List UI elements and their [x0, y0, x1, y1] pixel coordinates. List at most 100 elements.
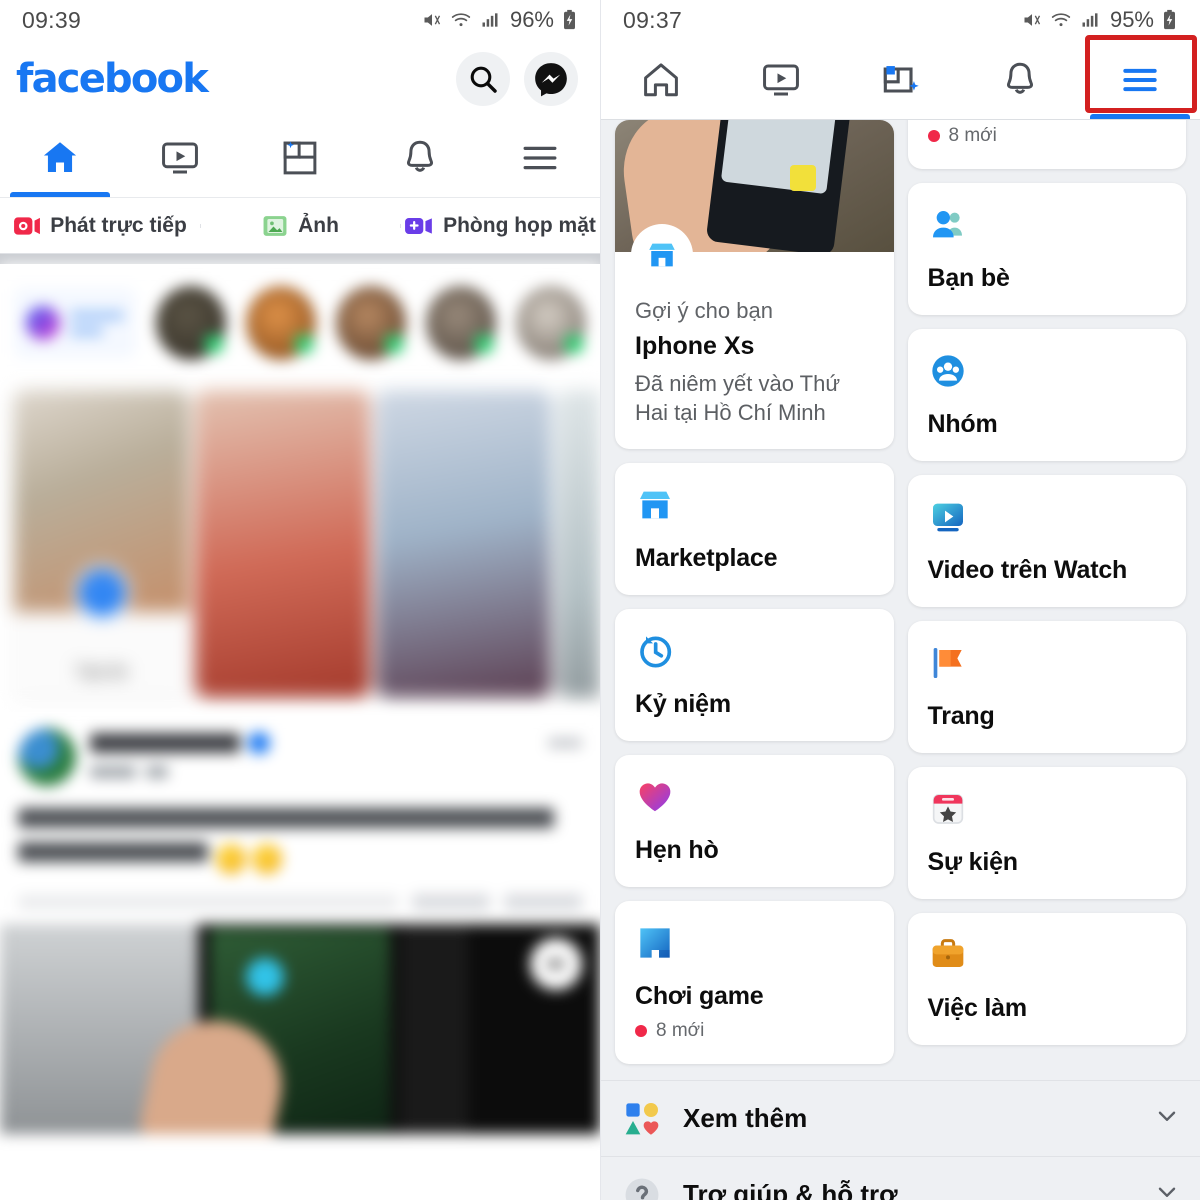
menu-card-watch[interactable]: Video trên Watch: [907, 475, 1186, 607]
composer-live-label: Phát trực tiếp: [50, 213, 187, 237]
new-badge-dot: [927, 130, 940, 142]
menu-card-dating[interactable]: Hẹn hò: [615, 755, 894, 888]
post-text-line: [18, 808, 554, 828]
see-more-shapes-icon: [621, 1099, 663, 1139]
tab-home[interactable]: [0, 118, 120, 197]
tab-marketplace[interactable]: [240, 118, 360, 197]
calendar-star-icon: [932, 794, 963, 824]
hamburger-icon: [523, 146, 557, 169]
tab-menu[interactable]: [480, 118, 600, 197]
facebook-header: facebook: [0, 40, 600, 118]
tab-marketplace[interactable]: [841, 40, 961, 119]
emoji-icon: [216, 844, 246, 874]
post-more-options-icon[interactable]: [548, 738, 582, 748]
avatar[interactable]: [156, 286, 226, 360]
menu-row-see-more[interactable]: Xem thêm: [601, 1080, 1200, 1156]
post-meta: [90, 766, 534, 778]
menu-card-label: Trang: [927, 702, 995, 730]
menu-card-memories[interactable]: Kỷ niệm: [615, 609, 894, 742]
facebook-logo: facebook: [16, 56, 209, 102]
menu-row-label: Xem thêm: [683, 1103, 808, 1134]
post-comment-count[interactable]: [412, 894, 490, 910]
tab-notifications[interactable]: [960, 40, 1080, 119]
composer-actions: Phát trực tiếp Ảnh Phòng họp mặt: [0, 198, 600, 254]
menu-card-events[interactable]: Sự kiện: [907, 767, 1186, 899]
composer-live[interactable]: Phát trực tiếp: [0, 214, 200, 238]
search-button[interactable]: [456, 52, 510, 106]
story-card[interactable]: [557, 390, 600, 698]
header-actions: [456, 52, 578, 106]
bottom-tab-bar-left: [0, 118, 600, 198]
bottom-tab-bar-right: [601, 35, 1200, 120]
menu-card-label: Marketplace: [635, 544, 778, 573]
menu-card-label: Bạn bè: [927, 264, 1010, 292]
post-author-avatar[interactable]: [18, 728, 76, 786]
menu-card-saved[interactable]: Đã lưu 8 mới: [907, 120, 1186, 169]
battery-charging-icon: [1164, 9, 1175, 30]
post-reaction-bar: [18, 894, 582, 924]
messenger-button[interactable]: [524, 52, 578, 106]
composer-room-label: Phòng họp mặt: [443, 213, 596, 237]
story-card[interactable]: [195, 390, 370, 698]
menu-card-friends[interactable]: Bạn bè: [907, 183, 1186, 315]
search-icon: [470, 66, 497, 93]
groups-icon: [928, 351, 1167, 396]
tab-home[interactable]: [601, 40, 721, 119]
stories-avatar-row[interactable]: [0, 264, 600, 382]
menu-card-pages[interactable]: Trang: [907, 621, 1186, 753]
avatar[interactable]: [426, 286, 496, 360]
friends-icon: [928, 205, 1167, 250]
post-body-text: [18, 808, 582, 876]
marketplace-suggestion-card[interactable]: Gợi ý cho bạn Iphone Xs Đã niêm yết vào …: [615, 120, 894, 450]
marketplace-icon: [635, 485, 874, 530]
menu-row-help[interactable]: Trợ giúp & hỗ trợ: [601, 1156, 1200, 1200]
photo-yellow-accent: [790, 164, 817, 191]
post-author-name[interactable]: [90, 732, 534, 754]
home-icon: [43, 141, 77, 172]
composer-room[interactable]: Phòng họp mặt: [400, 214, 600, 238]
menu-card-gaming[interactable]: Chơi game 8 mới: [615, 901, 894, 1065]
menu-card-label: Video trên Watch: [927, 556, 1128, 584]
composer-photo[interactable]: Ảnh: [200, 214, 400, 238]
bell-icon: [1007, 62, 1034, 94]
post-share-count[interactable]: [504, 894, 582, 910]
create-story-text-placeholder: [70, 310, 124, 336]
tab-watch[interactable]: [721, 40, 841, 119]
menu-scroll-area[interactable]: Gợi ý cho bạn Iphone Xs Đã niêm yết vào …: [601, 120, 1200, 1200]
menu-card-groups[interactable]: Nhóm: [907, 329, 1186, 461]
watch-icon: [162, 142, 198, 173]
post-video-thumbnail[interactable]: [0, 924, 600, 1134]
avatar[interactable]: [246, 286, 316, 360]
menu-card-jobs[interactable]: Việc làm: [907, 913, 1186, 1045]
battery-charging-icon: [564, 9, 575, 30]
menu-card-marketplace[interactable]: Marketplace: [615, 463, 894, 596]
create-story-chip[interactable]: [14, 288, 136, 358]
menu-card-label: Nhóm: [927, 410, 998, 438]
story-card[interactable]: [376, 390, 551, 698]
signal-icon: [482, 13, 498, 27]
avatar[interactable]: [336, 286, 406, 360]
tab-notifications[interactable]: [360, 118, 480, 197]
watch-monitor-icon: [932, 503, 963, 532]
stories-card-row[interactable]: + Tạo tin: [0, 382, 600, 712]
home-icon: [644, 62, 678, 96]
post-reaction-summary[interactable]: [18, 895, 398, 909]
post-author-info: [90, 728, 534, 778]
tab-watch[interactable]: [120, 118, 240, 197]
wifi-icon: [451, 13, 471, 27]
status-bar-left: 09:39 96%: [0, 0, 600, 40]
two-people-icon: [932, 211, 962, 238]
dating-heart-icon: [635, 777, 874, 822]
suggestion-detail: Đã niêm yết vào Thứ Hai tại Hồ Chí Minh: [635, 371, 841, 426]
create-story-card[interactable]: + Tạo tin: [14, 390, 189, 698]
battery-percent: 95%: [1109, 7, 1154, 32]
left-phone-screen: 09:39 96% facebook Phát trực tiếp Ảnh Ph…: [0, 0, 600, 1200]
memories-clock-icon: [635, 631, 874, 676]
tab-menu[interactable]: [1080, 40, 1200, 119]
live-video-icon: [14, 216, 41, 235]
avatar[interactable]: [516, 286, 586, 360]
mute-icon: [424, 14, 441, 26]
marketplace-store-icon: [649, 243, 675, 267]
menu-card-label: Việc làm: [927, 994, 1028, 1022]
video-sound-toggle[interactable]: [530, 938, 582, 990]
